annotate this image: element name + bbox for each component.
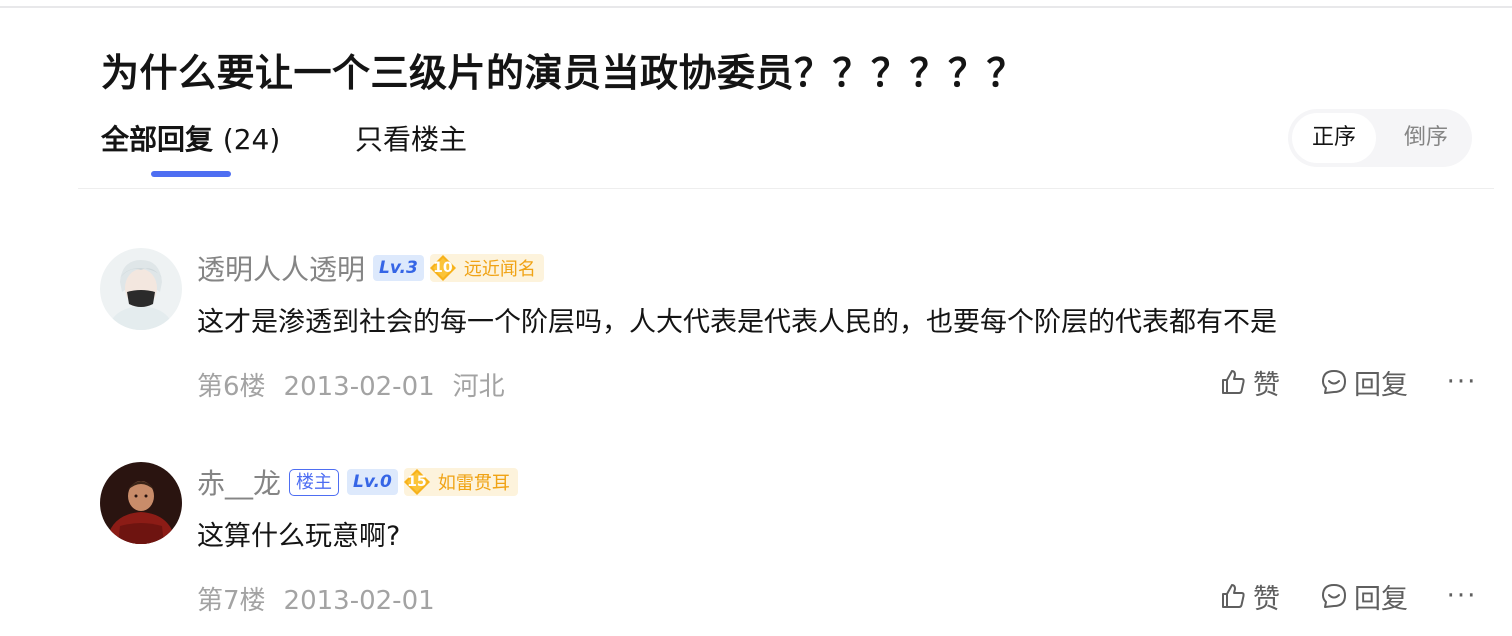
more-icon[interactable]: ··· [1444,369,1480,395]
tab-active-indicator [151,171,231,177]
tab-all-label: 全部回复 [101,123,214,156]
level-badge: Lv.3 [373,255,424,281]
rank-badge: 15 如雷贯耳 [402,468,518,496]
username[interactable]: 赤__龙 [197,462,281,502]
like-label: 赞 [1253,583,1280,615]
reply-content: 这算什么玩意啊? [197,521,401,552]
reply-item: 赤__龙 楼主 Lv.0 15 如雷贯耳 这算什么玩意啊? 第7楼 2013-02… [100,462,1480,632]
rank-title: 如雷贯耳 [437,473,510,494]
comment-icon [1322,584,1346,608]
tab-all-replies[interactable]: 全部回复 (24) [101,118,280,158]
reply-actions: 赞 回复 ··· [1219,576,1480,616]
thumbs-up-icon [1222,584,1245,608]
like-button[interactable]: 赞 [1219,363,1280,402]
floor-number: 第6楼 [197,372,266,402]
reply-date: 2013-02-01 [283,586,435,616]
tab-op-only[interactable]: 只看楼主 [355,118,467,158]
more-icon[interactable]: ··· [1444,583,1480,609]
reply-date: 2013-02-01 [283,372,435,402]
post-title: 为什么要让一个三级片的演员当政协委员？？？？？？ [101,51,1026,95]
rank-number: 15 [407,474,427,490]
thumbs-up-icon [1222,370,1245,394]
reply-location: 河北 [452,372,505,402]
floor-number: 第7楼 [197,586,266,616]
level-badge: Lv.0 [347,469,398,495]
like-button[interactable]: 赞 [1219,577,1280,616]
like-label: 赞 [1253,369,1280,401]
reply-meta: 第7楼 2013-02-01 [197,580,453,617]
sort-ascending-button[interactable]: 正序 [1292,113,1376,163]
reply-label: 回复 [1354,583,1408,615]
reply-button[interactable]: 回复 [1320,577,1408,616]
reply-item: 透明人人透明 Lv.3 10 远近闻名 这才是渗透到社会的每一个阶层吗，人大代表… [100,248,1480,418]
sort-toggle: 正序 倒序 [1288,109,1472,167]
op-badge: 楼主 [289,468,340,496]
reply-meta: 第6楼 2013-02-01 河北 [197,366,523,403]
username[interactable]: 透明人人透明 [197,248,365,288]
rank-title: 远近闻名 [463,259,536,280]
tab-all-count: (24) [222,123,281,156]
rank-number: 10 [433,260,453,276]
rank-badge: 10 远近闻名 [428,254,544,282]
header-divider [78,188,1494,189]
reply-tabs: 全部回复 (24) 只看楼主 [101,118,701,182]
avatar[interactable] [100,462,182,544]
avatar[interactable] [100,248,182,330]
rank-diamond-icon: 10 [428,254,458,282]
user-info: 透明人人透明 Lv.3 10 远近闻名 [197,250,544,286]
reply-content: 这才是渗透到社会的每一个阶层吗，人大代表是代表人民的，也要每个阶层的代表都有不是 [197,307,1277,338]
sort-descending-button[interactable]: 倒序 [1384,113,1468,163]
top-divider [0,6,1512,8]
comment-icon [1322,370,1346,394]
reply-button[interactable]: 回复 [1320,363,1408,402]
rank-diamond-icon: 15 [402,468,432,496]
user-info: 赤__龙 楼主 Lv.0 15 如雷贯耳 [197,464,518,500]
reply-actions: 赞 回复 ··· [1219,362,1480,402]
reply-label: 回复 [1354,369,1408,401]
